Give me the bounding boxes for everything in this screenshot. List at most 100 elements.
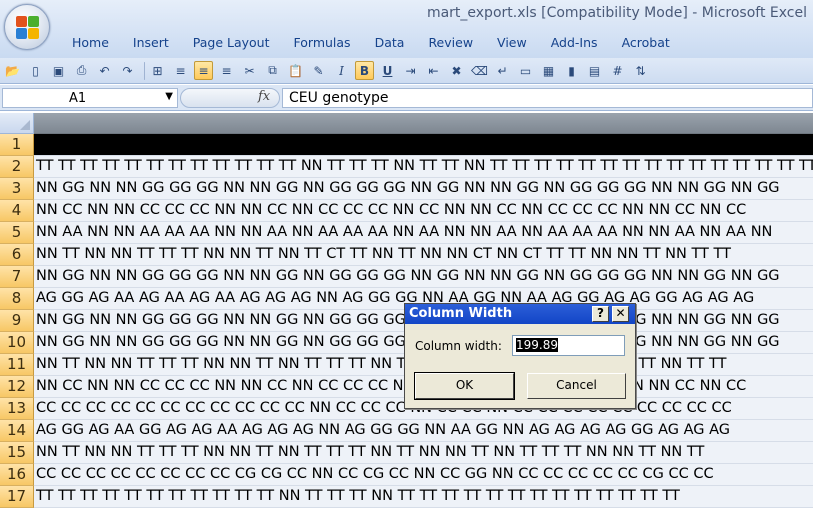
copy-icon[interactable]: ⧉ — [263, 61, 282, 80]
wrap-icon[interactable]: ↵ — [493, 61, 512, 80]
italic-icon[interactable]: I — [332, 61, 351, 80]
table-row: 16 CC CC CC CC CC CC CC CC CG CG CC NN CC… — [0, 464, 813, 486]
office-logo-icon — [16, 16, 40, 40]
tab-review[interactable]: Review — [416, 34, 485, 54]
tab-formulas[interactable]: Formulas — [282, 34, 363, 54]
row-header[interactable]: 12 — [0, 376, 34, 398]
dialog-title-bar[interactable]: Column Width ? ✕ — [405, 304, 635, 324]
undo-icon[interactable]: ↶ — [95, 61, 114, 80]
table-row: 6 NN TT NN NN TT TT TT NN NN TT NN TT CT … — [0, 244, 813, 266]
row-header[interactable]: 7 — [0, 266, 34, 288]
separator — [144, 61, 145, 80]
paste-icon[interactable]: 📋 — [286, 61, 305, 80]
row-header[interactable]: 1 — [0, 134, 34, 156]
column-width-value: 199.89 — [516, 338, 558, 352]
row-header[interactable]: 9 — [0, 310, 34, 332]
row-header[interactable]: 10 — [0, 332, 34, 354]
table-row: 15 NN TT NN NN TT TT TT NN NN TT NN TT TT… — [0, 442, 813, 464]
open-icon[interactable]: 📂 — [3, 61, 22, 80]
delete-cells-icon[interactable]: ✖ — [447, 61, 466, 80]
row-header[interactable]: 15 — [0, 442, 34, 464]
row-header[interactable]: 3 — [0, 178, 34, 200]
tab-data[interactable]: Data — [363, 34, 417, 54]
table-row: 14 AG GG AG AA GG AG AG AA AG AG AG NN AG… — [0, 420, 813, 442]
cell[interactable]: AG GG AG AA GG AG AG AA AG AG AG NN AG G… — [34, 420, 813, 442]
tab-insert[interactable]: Insert — [121, 34, 181, 54]
chart-icon[interactable]: ▮ — [562, 61, 581, 80]
row-header[interactable]: 2 — [0, 156, 34, 178]
cell[interactable]: NN AA NN NN AA AA AA NN NN AA NN AA AA A… — [34, 222, 813, 244]
table-row: 1 — [0, 134, 813, 156]
new-icon[interactable]: ▯ — [26, 61, 45, 80]
column-header-a[interactable] — [34, 113, 813, 134]
row-header[interactable]: 14 — [0, 420, 34, 442]
row-header[interactable]: 8 — [0, 288, 34, 310]
row-header[interactable]: 11 — [0, 354, 34, 376]
fx-icon[interactable]: fx — [258, 89, 270, 104]
formula-input[interactable]: CEU genotype — [282, 88, 813, 108]
save-icon[interactable]: ▣ — [49, 61, 68, 80]
office-button[interactable] — [4, 4, 50, 50]
cell[interactable]: CC CC CC CC CC CC CC CC CG CG CC NN CC C… — [34, 464, 813, 486]
bold-icon[interactable]: B — [355, 61, 374, 80]
sort-icon[interactable]: ⇅ — [631, 61, 650, 80]
cell[interactable]: TT TT TT TT TT TT TT TT TT TT TT NN TT T… — [34, 486, 813, 508]
select-all-corner[interactable] — [0, 113, 34, 134]
ribbon-tabs: Home Insert Page Layout Formulas Data Re… — [60, 34, 682, 54]
tab-view[interactable]: View — [485, 34, 539, 54]
cell[interactable]: NN TT NN NN TT TT TT NN NN TT NN TT CT T… — [34, 244, 813, 266]
dialog-title: Column Width — [409, 306, 513, 321]
formula-bar: A1 ▼ fx CEU genotype — [0, 85, 813, 111]
borders-icon[interactable]: ⊞ — [148, 61, 167, 80]
align-right-icon[interactable]: ≡ — [217, 61, 236, 80]
close-icon[interactable]: ✕ — [612, 306, 629, 322]
table-row: 5 NN AA NN NN AA AA AA NN NN AA NN AA AA … — [0, 222, 813, 244]
outdent-icon[interactable]: ⇤ — [424, 61, 443, 80]
table-row: 2 TT TT TT TT TT TT TT TT TT TT TT TT NN … — [0, 156, 813, 178]
cancel-button[interactable]: Cancel — [527, 373, 626, 399]
clear-icon[interactable]: ⌫ — [470, 61, 489, 80]
chevron-down-icon[interactable]: ▼ — [165, 91, 173, 102]
cell[interactable] — [34, 134, 813, 156]
cell[interactable]: NN GG NN NN GG GG GG NN NN GG NN GG GG G… — [34, 178, 813, 200]
column-width-label: Column width: — [415, 339, 502, 353]
name-box-value: A1 — [69, 91, 87, 106]
align-center-icon[interactable]: ≡ — [194, 61, 213, 80]
grid-icon[interactable]: ▤ — [585, 61, 604, 80]
cut-icon[interactable]: ✂ — [240, 61, 259, 80]
table-row: 17 TT TT TT TT TT TT TT TT TT TT TT NN TT… — [0, 486, 813, 508]
tab-add-ins[interactable]: Add-Ins — [539, 34, 610, 54]
window-title: mart_export.xls [Compatibility Mode] - M… — [426, 5, 807, 21]
align-left-icon[interactable]: ≡ — [171, 61, 190, 80]
indent-icon[interactable]: ⇥ — [401, 61, 420, 80]
column-width-input[interactable]: 199.89 — [512, 335, 625, 356]
table-row: 7 NN GG NN NN GG GG GG NN NN GG NN GG GG … — [0, 266, 813, 288]
tab-acrobat[interactable]: Acrobat — [610, 34, 682, 54]
title-bar: mart_export.xls [Compatibility Mode] - M… — [0, 0, 813, 58]
table-icon[interactable]: ▦ — [539, 61, 558, 80]
table-row: 3 NN GG NN NN GG GG GG NN NN GG NN GG GG … — [0, 178, 813, 200]
insert-icon[interactable]: # — [608, 61, 627, 80]
quick-toolbar: 📂 ▯ ▣ ⎙ ↶ ↷ ⊞ ≡ ≡ ≡ ✂ ⧉ 📋 ✎ I B U ⇥ ⇤ ✖ … — [0, 58, 813, 84]
name-box[interactable]: A1 ▼ — [2, 88, 178, 108]
tab-home[interactable]: Home — [60, 34, 121, 54]
row-header[interactable]: 17 — [0, 486, 34, 508]
row-header[interactable]: 16 — [0, 464, 34, 486]
help-icon[interactable]: ? — [592, 306, 609, 322]
row-header[interactable]: 4 — [0, 200, 34, 222]
format-painter-icon[interactable]: ✎ — [309, 61, 328, 80]
ok-button[interactable]: OK — [414, 372, 515, 400]
print-preview-icon[interactable]: ⎙ — [72, 61, 91, 80]
row-header[interactable]: 6 — [0, 244, 34, 266]
underline-icon[interactable]: U — [378, 61, 397, 80]
cell[interactable]: NN TT NN NN TT TT TT NN NN TT NN TT TT T… — [34, 442, 813, 464]
redo-icon[interactable]: ↷ — [118, 61, 137, 80]
column-width-dialog: Column Width ? ✕ Column width: 199.89 OK… — [404, 303, 636, 409]
cell[interactable]: NN GG NN NN GG GG GG NN NN GG NN GG GG G… — [34, 266, 813, 288]
row-header[interactable]: 13 — [0, 398, 34, 420]
row-header[interactable]: 5 — [0, 222, 34, 244]
merge-icon[interactable]: ▭ — [516, 61, 535, 80]
cell[interactable]: NN CC NN NN CC CC CC NN NN CC NN CC CC C… — [34, 200, 813, 222]
cell[interactable]: TT TT TT TT TT TT TT TT TT TT TT TT NN T… — [34, 156, 813, 178]
tab-page-layout[interactable]: Page Layout — [181, 34, 282, 54]
